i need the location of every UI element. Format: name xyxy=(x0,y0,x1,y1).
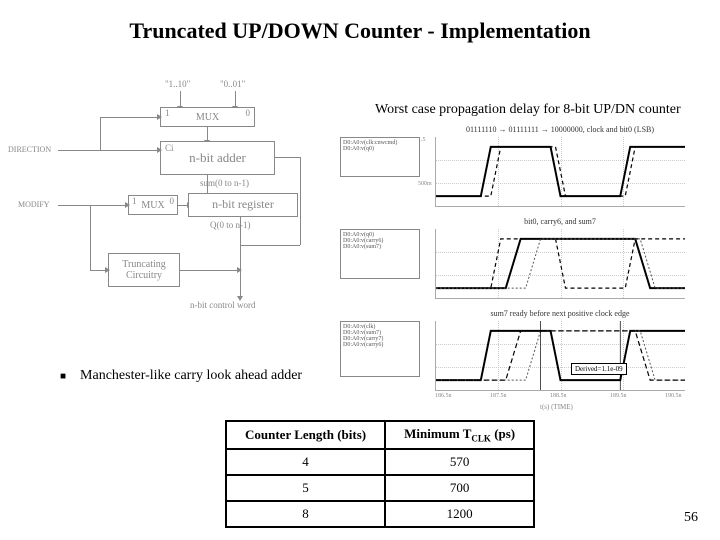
arrow-icon xyxy=(180,91,181,107)
table-row: 8 1200 xyxy=(226,501,534,527)
arrow-icon xyxy=(180,270,238,271)
mux1-label: MUX xyxy=(196,112,219,123)
xtick: 188.5n xyxy=(550,393,567,399)
arrow-icon xyxy=(207,127,208,141)
ytick: 500m xyxy=(418,181,432,187)
cell-tclk: 700 xyxy=(385,475,534,501)
mux1-sel0: 0 xyxy=(246,109,251,119)
arrow-icon xyxy=(90,270,106,271)
arrow-icon xyxy=(207,175,208,195)
xtick: 186.5n xyxy=(435,393,452,399)
mux2-box: 1 MUX 0 xyxy=(128,195,178,215)
legend-row: D0:A0:v(sum7) xyxy=(343,244,417,250)
wire xyxy=(240,245,300,246)
plot2 xyxy=(435,229,685,299)
plot3-title: sum7 ready before next positive clock ed… xyxy=(435,309,685,318)
mux1-sel1: 1 xyxy=(165,109,170,119)
bullet-icon: ■ xyxy=(60,368,66,386)
wire xyxy=(100,117,101,150)
modify-label: MODIFY xyxy=(18,200,50,209)
control-word-label: n-bit control word xyxy=(190,300,256,310)
truncating-box: Truncating Circuitry xyxy=(108,253,180,287)
arrow-icon xyxy=(235,91,236,107)
slide-title: Truncated UP/DOWN Counter - Implementati… xyxy=(0,18,720,44)
wire xyxy=(300,157,301,245)
const-left-label: "1..10" xyxy=(165,79,190,89)
waveform-panel: 01111110 → 01111111 → 10000000, clock an… xyxy=(340,125,690,405)
cell-len: 8 xyxy=(226,501,385,527)
bullet-item: ■ Manchester-like carry look ahead adder xyxy=(60,368,320,386)
th2sub: CLK xyxy=(471,434,491,444)
reg-out-label: Q(0 to n-1) xyxy=(210,220,251,230)
arrow-icon xyxy=(178,205,188,206)
plot3-legend: D0:A0:v(clk) D0:A0:v(sum7) D0:A0:v(carry… xyxy=(340,321,420,377)
th2a: Minimum T xyxy=(404,426,471,441)
adder-ci: Ci xyxy=(165,144,174,154)
table-row: 5 700 xyxy=(226,475,534,501)
page-number: 56 xyxy=(684,510,698,526)
arrow-icon xyxy=(100,117,158,118)
legend-row: D0:A0:v(carry6) xyxy=(343,342,417,348)
arrow-icon xyxy=(58,150,158,151)
plot1 xyxy=(435,137,685,207)
plot2-title: bit0, carry6, and sum7 xyxy=(435,217,685,226)
table-row: 4 570 xyxy=(226,449,534,475)
tclk-table: Counter Length (bits) Minimum TCLK (ps) … xyxy=(225,420,535,528)
table-header-tclk: Minimum TCLK (ps) xyxy=(385,421,534,449)
const-right-label: "0..01" xyxy=(220,79,245,89)
th2b: (ps) xyxy=(491,426,515,441)
cell-tclk: 1200 xyxy=(385,501,534,527)
mux2-sel1: 1 xyxy=(132,197,137,207)
wire xyxy=(90,205,91,270)
register-label: n-bit register xyxy=(212,198,274,211)
plot3: Derived=1.1e-09 xyxy=(435,321,685,391)
wire xyxy=(275,157,300,158)
cell-len: 5 xyxy=(226,475,385,501)
adder-label: n-bit adder xyxy=(189,151,246,165)
xlabel: t(s) (TIME) xyxy=(540,403,573,411)
mux2-label: MUX xyxy=(141,200,164,211)
xtick: 189.5n xyxy=(610,393,627,399)
waveform-caption: Worst case propagation delay for 8-bit U… xyxy=(375,102,681,118)
table-header-len: Counter Length (bits) xyxy=(226,421,385,449)
cell-tclk: 570 xyxy=(385,449,534,475)
plot1-legend: D0:A0:v(clk:cnwcmd) D0:A0:v(q0) xyxy=(340,137,420,177)
arrow-icon xyxy=(240,217,241,297)
derived-annotation: Derived=1.1e-09 xyxy=(571,363,627,375)
direction-label: DIRECTION xyxy=(8,145,51,154)
xtick: 190.5n xyxy=(665,393,682,399)
plot1-title: 01111110 → 01111111 → 10000000, clock an… xyxy=(435,125,685,134)
xtick: 187.5n xyxy=(490,393,507,399)
register-box: n-bit register xyxy=(188,193,298,217)
plot2-legend: D0:A0:v(q0) D0:A0:v(carry6) D0:A0:v(sum7… xyxy=(340,229,420,279)
mux1-box: 1 MUX 0 xyxy=(160,107,255,127)
ytick: 1.5 xyxy=(418,137,426,143)
block-diagram: "1..10" "0..01" 1 MUX 0 Ci n-bit adder s… xyxy=(60,85,310,345)
arrow-icon xyxy=(58,205,126,206)
bullet-text: Manchester-like carry look ahead adder xyxy=(80,368,302,386)
mux2-sel0: 0 xyxy=(170,197,175,207)
adder-box: Ci n-bit adder xyxy=(160,141,275,175)
truncating-label: Truncating Circuitry xyxy=(122,259,166,281)
cell-len: 4 xyxy=(226,449,385,475)
legend-row: D0:A0:v(q0) xyxy=(343,146,417,152)
